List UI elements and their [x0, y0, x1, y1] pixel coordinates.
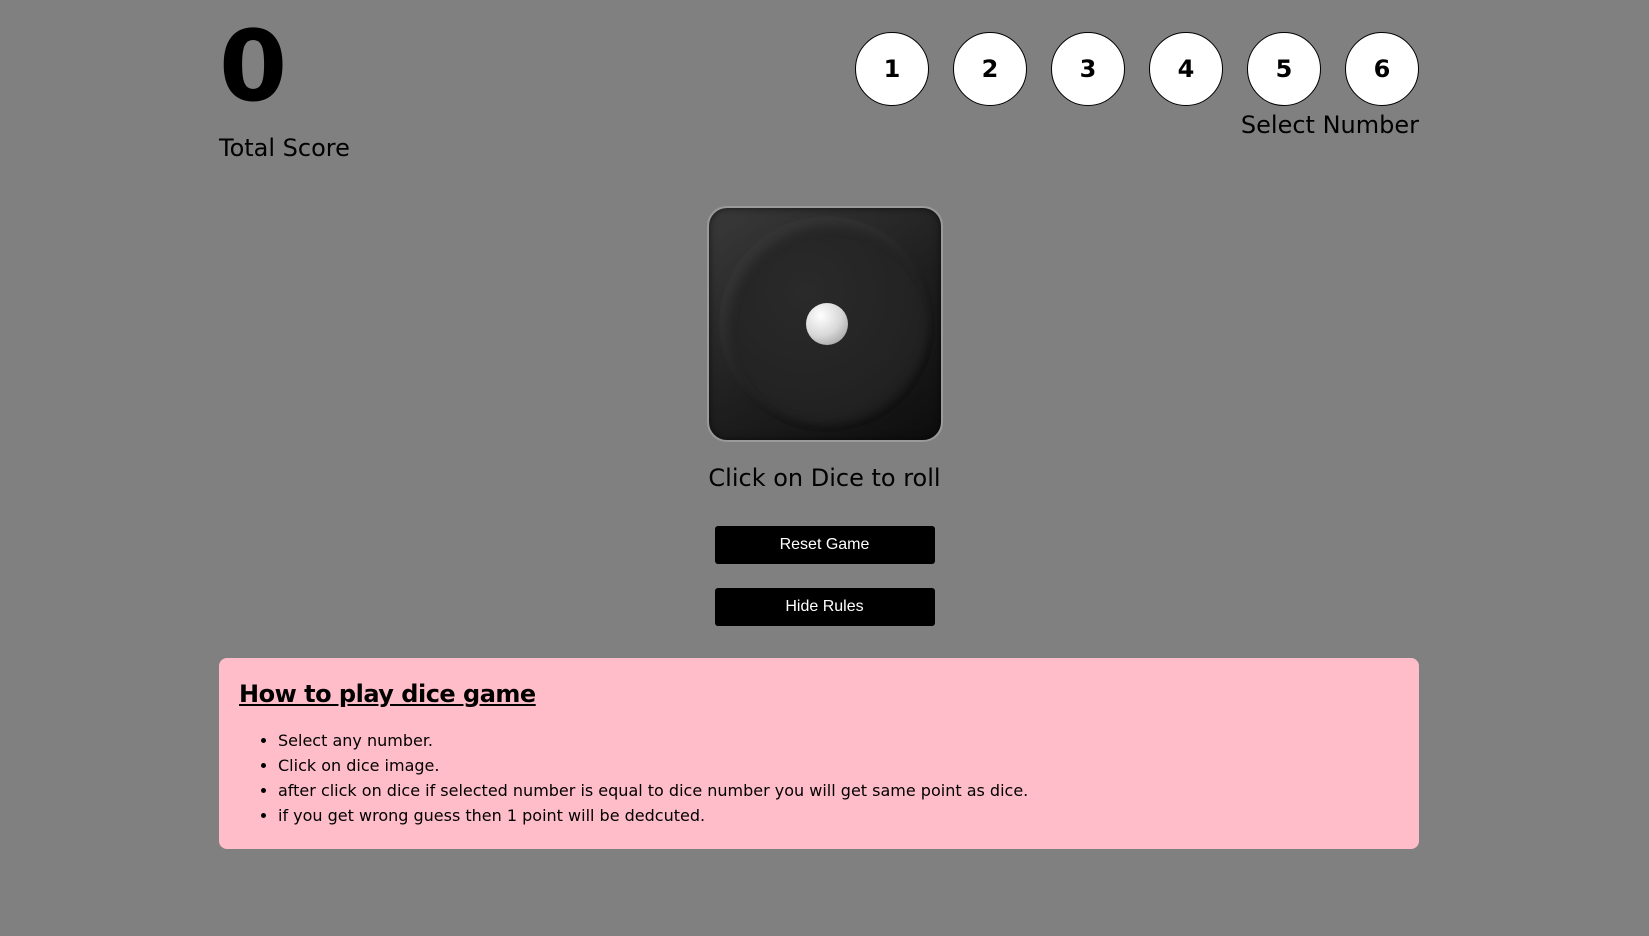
select-number-label: Select Number — [1240, 111, 1419, 139]
number-button-row: 1 2 3 4 5 6 — [855, 32, 1419, 106]
hide-rules-button[interactable]: Hide Rules — [714, 588, 935, 626]
number-button-4[interactable]: 4 — [1149, 32, 1223, 106]
rules-list-item: Select any number. — [278, 728, 1399, 753]
total-score-label: Total Score — [219, 134, 350, 162]
dice-pip-icon — [805, 303, 848, 345]
rules-list-item: Click on dice image. — [278, 753, 1399, 778]
rules-list-item: if you get wrong guess then 1 point will… — [278, 803, 1399, 828]
rules-title: How to play dice game — [239, 680, 536, 708]
total-score-value: 0 — [219, 10, 287, 124]
rules-list-item: after click on dice if selected number i… — [278, 778, 1399, 803]
number-selector: 1 2 3 4 5 6 Select Number — [855, 32, 1419, 139]
rules-list: Select any number. Click on dice image. … — [239, 728, 1399, 828]
number-button-6[interactable]: 6 — [1345, 32, 1419, 106]
number-button-3[interactable]: 3 — [1051, 32, 1125, 106]
dice-face-one-icon — [718, 216, 935, 432]
number-button-1[interactable]: 1 — [855, 32, 929, 106]
score-block: 0 Total Score — [219, 10, 350, 162]
number-button-5[interactable]: 5 — [1247, 32, 1321, 106]
number-button-2[interactable]: 2 — [953, 32, 1027, 106]
reset-game-button[interactable]: Reset Game — [714, 526, 935, 564]
dice-image[interactable] — [706, 206, 943, 442]
top-bar: 0 Total Score 1 2 3 4 5 6 Select Number — [219, 10, 1419, 162]
rules-panel: How to play dice game Select any number.… — [219, 658, 1419, 849]
game-area: Click on Dice to roll Reset Game Hide Ru… — [0, 206, 1649, 626]
dice-roll-hint: Click on Dice to roll — [708, 464, 941, 492]
